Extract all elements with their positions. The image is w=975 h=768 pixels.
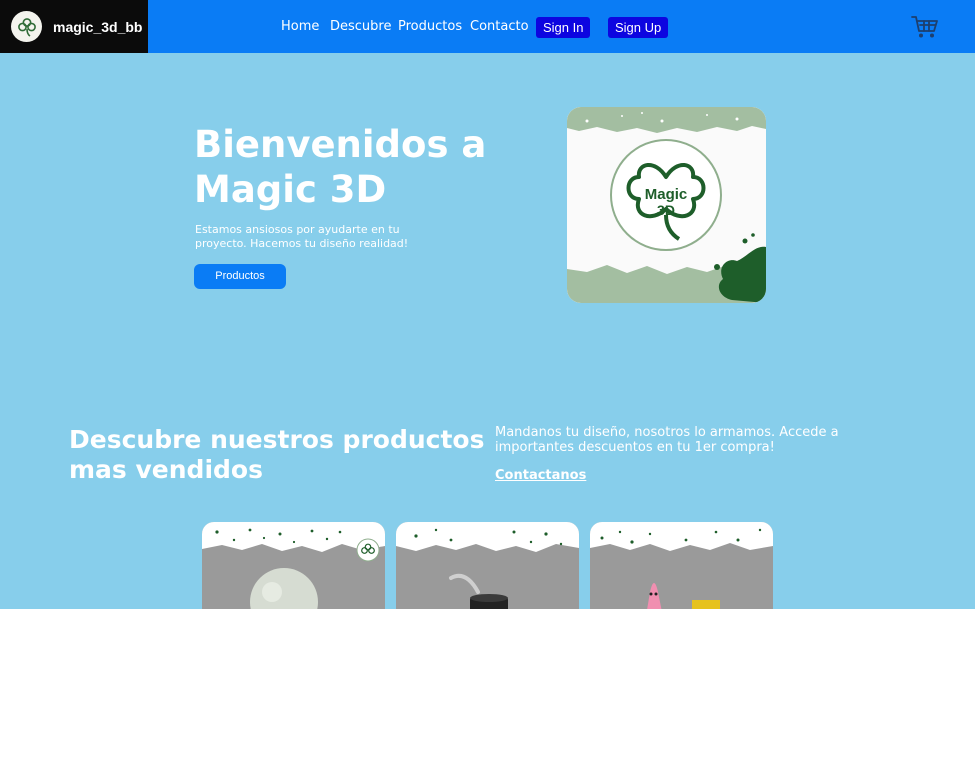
main-content: Bienvenidos a Magic 3D Estamos ansiosos … bbox=[0, 53, 975, 609]
product-card[interactable] bbox=[590, 522, 773, 609]
nav-link-home[interactable]: Home bbox=[281, 19, 319, 35]
hero-title: Bienvenidos a Magic 3D bbox=[194, 123, 487, 211]
sign-in-button[interactable]: Sign In bbox=[536, 17, 591, 38]
featured-text: Mandanos tu diseño, nosotros lo armamos.… bbox=[495, 425, 839, 455]
logo-text-line2: 3D bbox=[657, 202, 675, 218]
shopping-cart-icon[interactable] bbox=[911, 15, 939, 39]
product-card[interactable] bbox=[202, 522, 385, 609]
contactanos-link[interactable]: Contactanos bbox=[495, 468, 586, 483]
hero-logo-image: Magic 3D bbox=[567, 107, 766, 303]
navbar: magic_3d_bb Home Descubre Productos Cont… bbox=[0, 0, 975, 53]
productos-button[interactable]: Productos bbox=[194, 264, 286, 289]
brand[interactable]: magic_3d_bb bbox=[0, 0, 148, 53]
nav-link-productos[interactable]: Productos bbox=[398, 19, 462, 35]
shamrock-logo-icon bbox=[11, 11, 42, 42]
product-card[interactable] bbox=[396, 522, 579, 609]
nav-link-descubre[interactable]: Descubre bbox=[330, 19, 391, 35]
brand-name: magic_3d_bb bbox=[53, 18, 143, 35]
hero-subtitle: Estamos ansiosos por ayudarte en tu proy… bbox=[195, 223, 409, 250]
logo-text-line1: Magic bbox=[645, 186, 688, 203]
nav-link-contacto[interactable]: Contacto bbox=[470, 19, 529, 35]
sign-up-button[interactable]: Sign Up bbox=[608, 17, 669, 38]
featured-title: Descubre nuestros productos mas vendidos bbox=[69, 425, 485, 484]
